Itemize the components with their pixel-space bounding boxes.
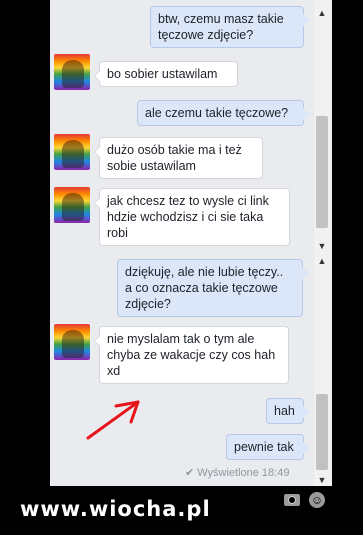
scroll-down-icon[interactable]: ▼ <box>316 475 328 485</box>
message-incoming: nie myslalam tak o tym ale chyba ze waka… <box>94 326 289 384</box>
contact-avatar[interactable] <box>54 324 90 360</box>
scroll-down-icon[interactable]: ▼ <box>316 241 328 251</box>
red-arrow-icon <box>86 400 140 440</box>
camera-icon[interactable] <box>284 494 300 506</box>
check-icon: ✔ <box>185 467 195 479</box>
message-outgoing: ale czemu takie tęczowe? <box>137 100 310 126</box>
contact-avatar[interactable] <box>54 187 90 223</box>
message-incoming: dużo osób takie ma i też sobie ustawilam <box>94 137 263 179</box>
contact-avatar[interactable] <box>54 134 90 170</box>
message-outgoing: hah <box>266 398 310 424</box>
message-outgoing: dziękuję, ale nie lubie tęczy.. a co ozn… <box>117 259 309 317</box>
message-outgoing: pewnie tak <box>226 434 310 460</box>
message-incoming: jak chcesz tez to wysle ci link hdzie wc… <box>94 188 290 246</box>
smiley-icon[interactable]: ☺ <box>309 492 325 508</box>
site-watermark: www.wiocha.pl <box>20 497 211 521</box>
message-outgoing: btw, czemu masz takie tęczowe zdjęcie? <box>150 6 310 48</box>
message-incoming: bo sobier ustawilam <box>94 61 238 87</box>
seen-status-text: Wyświetlone 18:49 <box>197 467 290 479</box>
seen-status: ✔ Wyświetlone 18:49 <box>185 466 289 479</box>
scrollbar-thumb[interactable] <box>316 116 328 228</box>
scroll-up-icon[interactable]: ▲ <box>316 256 328 266</box>
scrollbar-thumb[interactable] <box>316 394 328 470</box>
scroll-up-icon[interactable]: ▲ <box>316 8 328 18</box>
contact-avatar[interactable] <box>54 54 90 90</box>
